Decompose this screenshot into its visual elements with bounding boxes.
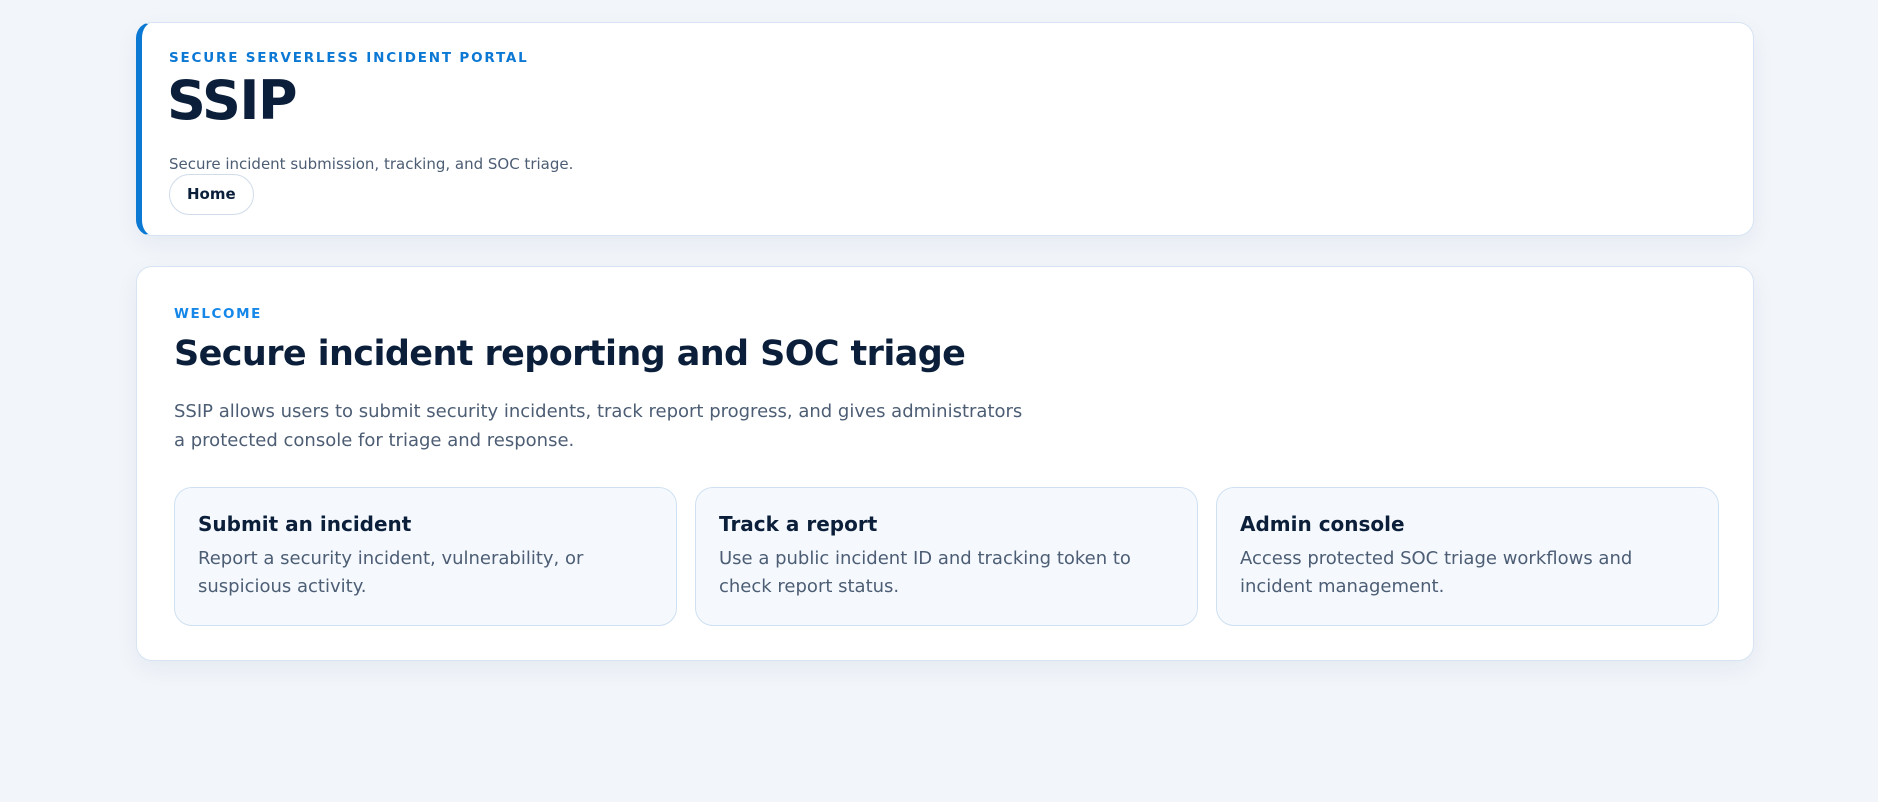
admin-console-card-description: Access protected SOC triage workflows an… (1240, 548, 1633, 597)
track-report-card-title: Track a report (719, 512, 878, 536)
feature-cards: Submit an incident Report a security inc… (174, 487, 1719, 626)
submit-incident-card[interactable]: Submit an incident Report a security inc… (174, 487, 677, 626)
admin-console-card-title: Admin console (1240, 512, 1405, 536)
welcome-section: WELCOME Secure incident reporting and SO… (136, 266, 1754, 661)
admin-console-card[interactable]: Admin console Access protected SOC triag… (1216, 487, 1719, 626)
app-subtitle: Secure incident submission, tracking, an… (169, 155, 574, 173)
portal-eyebrow: SECURE SERVERLESS INCIDENT PORTAL (169, 50, 529, 66)
track-report-card-description: Use a public incident ID and tracking to… (719, 548, 1131, 597)
welcome-title: Secure incident reporting and SOC triage (174, 334, 966, 374)
home-nav-button[interactable]: Home (169, 174, 254, 215)
track-report-card[interactable]: Track a report Use a public incident ID … (695, 487, 1198, 626)
page: SECURE SERVERLESS INCIDENT PORTAL SSIP S… (0, 0, 1878, 802)
submit-incident-card-title: Submit an incident (198, 512, 412, 536)
welcome-description: SSIP allows users to submit security inc… (174, 401, 1023, 451)
site-header: SECURE SERVERLESS INCIDENT PORTAL SSIP S… (136, 22, 1754, 236)
submit-incident-card-description: Report a security incident, vulnerabilit… (198, 548, 584, 597)
app-title: SSIP (167, 69, 298, 132)
welcome-eyebrow: WELCOME (174, 306, 262, 322)
